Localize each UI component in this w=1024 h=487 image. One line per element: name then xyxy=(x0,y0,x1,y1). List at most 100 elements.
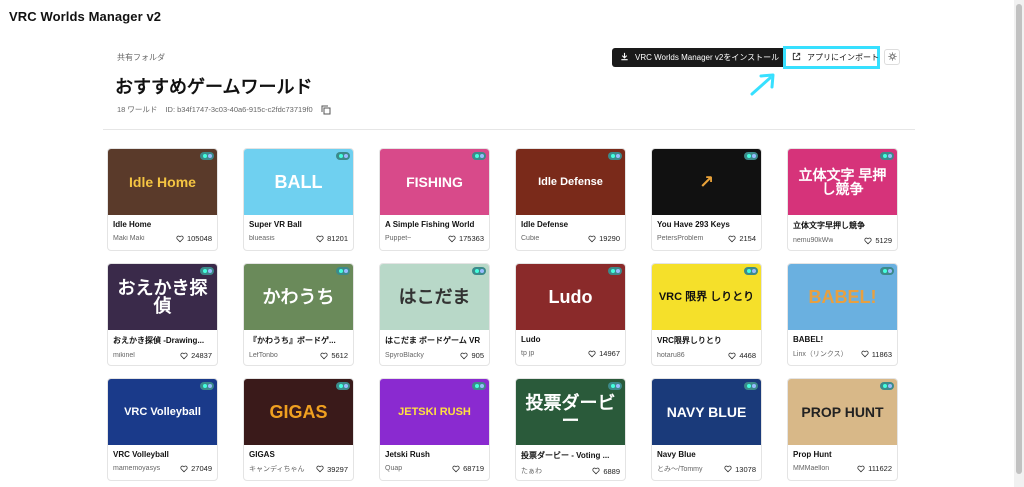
world-name: Prop Hunt xyxy=(793,450,832,459)
world-author: キャンディちゃん xyxy=(249,466,305,473)
world-name: 立体文字早押し競争 xyxy=(793,221,865,230)
favorites-count: 27049 xyxy=(180,464,212,473)
favorites-count: 111622 xyxy=(857,464,892,473)
world-thumbnail: GIGAS xyxy=(244,379,353,445)
platform-badge-icon xyxy=(880,267,894,275)
world-card[interactable]: JETSKI RUSH Jetski Rush Quap 68719 xyxy=(379,378,490,481)
thumbnail-art-text: おえかき探偵 xyxy=(117,278,208,316)
favorites-value: 68719 xyxy=(463,464,484,473)
world-card[interactable]: NAVY BLUE Navy Blue とみ〜/Tommy 13078 xyxy=(651,378,762,481)
world-thumbnail: 立体文字 早押し競争 xyxy=(788,149,897,215)
world-card[interactable]: Ludo Ludo tp jp 14967 xyxy=(515,263,626,366)
world-card[interactable]: FISHING A Simple Fishing World Puppet~ 1… xyxy=(379,148,490,251)
import-label: アプリにインポート xyxy=(807,53,879,62)
world-card[interactable]: ↗ You Have 293 Keys PetersProblem 2154 xyxy=(651,148,762,251)
thumbnail-art-text: はこだま xyxy=(398,287,471,307)
heart-icon xyxy=(728,352,736,359)
thumbnail-art-text: 立体文字 早押し競争 xyxy=(798,167,887,197)
install-button[interactable]: VRC Worlds Manager v2をインストール xyxy=(612,48,788,67)
heart-icon xyxy=(724,465,732,473)
heart-icon xyxy=(861,350,869,358)
platform-badge-icon xyxy=(880,152,894,160)
favorites-count: 19290 xyxy=(588,234,620,243)
world-thumbnail: おえかき探偵 xyxy=(108,264,217,330)
scrollbar[interactable] xyxy=(1014,0,1024,487)
favorites-value: 81201 xyxy=(327,234,348,243)
world-card[interactable]: BALL Super VR Ball blueasis 81201 xyxy=(243,148,354,251)
thumbnail-art-text: BABEL! xyxy=(808,287,877,307)
external-link-icon xyxy=(792,52,801,63)
sun-icon xyxy=(887,48,897,66)
world-author: SpyroBlacky xyxy=(385,352,424,359)
world-thumbnail: はこだま xyxy=(380,264,489,330)
favorites-value: 11863 xyxy=(871,349,892,359)
platform-badge-icon xyxy=(200,152,214,160)
world-name: Super VR Ball xyxy=(249,220,302,229)
heart-icon xyxy=(452,465,460,472)
world-card[interactable]: PROP HUNT Prop Hunt MMMaellon 111622 xyxy=(787,378,898,481)
platform-badge-icon xyxy=(744,267,758,275)
theme-toggle-button[interactable] xyxy=(884,49,900,65)
platform-badge-icon xyxy=(336,267,350,275)
platform-badge-icon xyxy=(880,382,894,390)
world-thumbnail: PROP HUNT xyxy=(788,379,897,445)
favorites-count: 2154 xyxy=(728,234,756,243)
world-card[interactable]: 立体文字 早押し競争 立体文字早押し競争 nemu90kWw 5129 xyxy=(787,148,898,251)
world-card[interactable]: GIGAS GIGAS キャンディちゃん 39297 xyxy=(243,378,354,481)
import-button[interactable]: アプリにインポート xyxy=(783,46,880,69)
world-card[interactable]: かわうち 『かわうち』ボードゲ... LefTonbo 5612 xyxy=(243,263,354,366)
favorites-count: 13078 xyxy=(724,465,756,474)
world-grid: Idle Home Idle Home Maki Maki 105048 BAL… xyxy=(107,148,898,481)
favorites-value: 19290 xyxy=(599,234,620,243)
favorites-count: 905 xyxy=(460,351,484,360)
world-name: Idle Defense xyxy=(521,220,569,229)
install-label: VRC Worlds Manager v2をインストール xyxy=(635,53,780,62)
copy-icon[interactable] xyxy=(321,105,331,115)
page-title: おすすめゲームワールド xyxy=(115,77,313,97)
world-thumbnail: JETSKI RUSH xyxy=(380,379,489,445)
heart-icon xyxy=(316,465,324,473)
world-name: 投票ダービー - Voting ... xyxy=(521,451,610,460)
world-author: Linx（リンクス） xyxy=(793,351,848,358)
favorites-value: 175363 xyxy=(458,234,484,243)
world-author: LefTonbo xyxy=(249,352,278,359)
heart-icon xyxy=(728,235,736,242)
favorites-count: 5129 xyxy=(864,236,892,245)
world-author: Puppet~ xyxy=(385,235,412,242)
platform-badge-icon xyxy=(336,382,350,390)
world-card[interactable]: Idle Defense Idle Defense Cubie 19290 xyxy=(515,148,626,251)
favorites-count: 11863 xyxy=(861,350,892,359)
favorites-value: 4468 xyxy=(739,351,756,360)
thumbnail-art-text: FISHING xyxy=(406,174,463,190)
folder-header: 共有フォルダ おすすめゲームワールド 18 ワールド ID: b34f1747-… xyxy=(103,46,915,130)
world-card[interactable]: VRC 限界 しりとり VRC限界しりとり hotaru86 4468 xyxy=(651,263,762,366)
favorites-value: 6889 xyxy=(603,466,620,476)
world-thumbnail: VRC Volleyball xyxy=(108,379,217,445)
app-title: VRC Worlds Manager v2 xyxy=(9,9,162,24)
world-card[interactable]: BABEL! BABEL! Linx（リンクス） 11863 xyxy=(787,263,898,366)
favorites-count: 6889 xyxy=(592,467,620,476)
world-card[interactable]: Idle Home Idle Home Maki Maki 105048 xyxy=(107,148,218,251)
world-name: おえかき探偵 -Drawing... xyxy=(113,336,205,345)
world-thumbnail: BALL xyxy=(244,149,353,215)
thumbnail-art-text: VRC Volleyball xyxy=(124,405,201,418)
world-author: Quap xyxy=(385,465,403,472)
world-card[interactable]: VRC Volleyball VRC Volleyball mamemoyasy… xyxy=(107,378,218,481)
world-name: Jetski Rush xyxy=(385,450,430,459)
folder-meta: 18 ワールド ID: b34f1747-3c03-40a6-915c-c2fd… xyxy=(117,104,331,115)
platform-badge-icon xyxy=(472,267,486,275)
world-card[interactable]: 投票ダービー 投票ダービー - Voting ... たぁわ 6889 xyxy=(515,378,626,481)
platform-badge-icon xyxy=(336,152,350,160)
platform-badge-icon xyxy=(744,152,758,160)
heart-icon xyxy=(180,465,188,472)
scrollbar-thumb[interactable] xyxy=(1016,4,1022,474)
world-author: PetersProblem xyxy=(657,235,704,242)
breadcrumb: 共有フォルダ xyxy=(117,53,165,62)
world-card[interactable]: おえかき探偵 おえかき探偵 -Drawing... mikinel 24837 xyxy=(107,263,218,366)
world-card[interactable]: はこだま はこだま ボードゲーム VR SpyroBlacky 905 xyxy=(379,263,490,366)
world-thumbnail: Idle Home xyxy=(108,149,217,215)
thumbnail-art-text: Idle Home xyxy=(129,174,196,190)
download-icon xyxy=(620,52,629,63)
favorites-value: 14967 xyxy=(599,349,620,358)
platform-badge-icon xyxy=(608,267,622,275)
